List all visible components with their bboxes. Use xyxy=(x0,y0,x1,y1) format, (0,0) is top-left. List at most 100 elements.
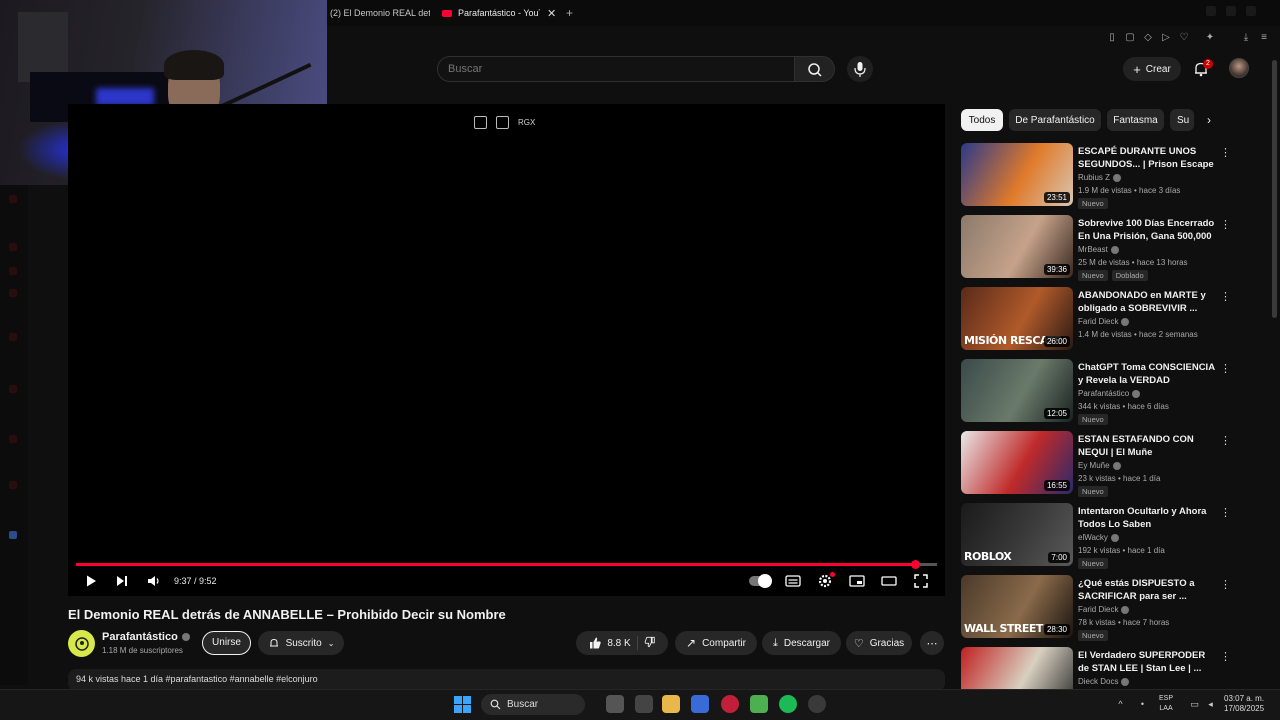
menu-icon[interactable]: ≡ xyxy=(1258,32,1270,44)
recommended-video-item[interactable]: WALL STREET 28:30 ¿Qué estás DISPUESTO a S… xyxy=(961,575,1261,641)
file-explorer-icon[interactable] xyxy=(662,695,680,713)
search-input[interactable] xyxy=(438,57,794,81)
channel-name[interactable]: MrBeast xyxy=(1078,245,1119,254)
extension-icon[interactable]: ◇ xyxy=(1142,32,1154,44)
maximize-icon[interactable] xyxy=(1226,6,1236,16)
open-external-icon[interactable] xyxy=(496,115,509,129)
network-icon[interactable]: ▭ xyxy=(1190,700,1199,709)
download-button[interactable]: ⤓ Descargar xyxy=(762,631,841,655)
tray-chevron-up-icon[interactable]: ^ xyxy=(1116,700,1125,709)
join-button[interactable]: Unirse xyxy=(202,631,251,655)
video-title[interactable]: ¿Qué estás DISPUESTO a SACRIFICAR para s… xyxy=(1078,577,1216,603)
channel-name[interactable]: Parafantástico xyxy=(102,631,190,643)
recommended-video-item[interactable]: 12:05 ChatGPT Toma CONSCIENCIA y Revela l… xyxy=(961,359,1261,425)
recommended-video-item[interactable]: 16:55 ESTAN ESTAFANDO CON NEQUI | El Muñe… xyxy=(961,431,1261,497)
thanks-button[interactable]: ♡ Gracias xyxy=(846,631,912,655)
channel-name[interactable]: elWacky xyxy=(1078,533,1119,542)
recommended-video-item[interactable]: 23:51 ESCAPÉ DURANTE UNOS SEGUNDOS... | P… xyxy=(961,143,1261,209)
taskbar-clock[interactable]: 03:07 a. m. 17/08/2025 xyxy=(1224,694,1264,714)
sidebar-icon[interactable] xyxy=(9,195,17,203)
settings-button[interactable] xyxy=(817,572,835,589)
more-actions-button[interactable]: ⋯ xyxy=(920,631,944,655)
chevron-right-icon[interactable]: › xyxy=(1207,113,1211,127)
video-title[interactable]: ABANDONADO en MARTE y obligado a SOBREVI… xyxy=(1078,289,1216,315)
chip-su[interactable]: Su xyxy=(1170,109,1194,131)
more-vertical-icon[interactable]: ⋮ xyxy=(1220,506,1231,520)
close-tab-icon[interactable]: ✕ xyxy=(547,4,557,22)
puzzle-icon[interactable]: ✦ xyxy=(1204,32,1216,44)
channel-name[interactable]: Farid Dieck xyxy=(1078,605,1130,614)
sidebar-icon[interactable] xyxy=(9,481,17,489)
volume-tray-icon[interactable]: ◂ xyxy=(1206,700,1215,709)
video-title[interactable]: Intentaron Ocultarlo y Ahora Todos Lo Sa… xyxy=(1078,505,1216,531)
opera-gx-icon[interactable] xyxy=(808,695,826,713)
channel-name[interactable]: Farid Dieck xyxy=(1078,317,1130,326)
download-icon[interactable]: ⤓ xyxy=(1240,32,1252,44)
new-tab-icon[interactable]: + xyxy=(566,4,576,22)
more-vertical-icon[interactable]: ⋮ xyxy=(1220,362,1231,376)
more-vertical-icon[interactable]: ⋮ xyxy=(1220,578,1231,592)
video-title[interactable]: ESCAPÉ DURANTE UNOS SEGUNDOS... | Prison… xyxy=(1078,145,1216,172)
chip-de-parafantastico[interactable]: De Parafantástico xyxy=(1009,109,1101,131)
sidebar-icon[interactable] xyxy=(9,243,17,251)
autoplay-toggle[interactable] xyxy=(749,574,772,588)
scrollbar[interactable] xyxy=(1272,60,1277,318)
voice-search-button[interactable] xyxy=(847,56,873,82)
store-app-icon[interactable] xyxy=(691,695,709,713)
volume-button[interactable] xyxy=(146,573,162,589)
next-button[interactable] xyxy=(114,573,130,589)
video-thumbnail[interactable]: 39:36 xyxy=(961,215,1073,278)
sidebar-icon[interactable] xyxy=(9,531,17,539)
play-extension-icon[interactable]: ▷ xyxy=(1160,32,1172,44)
channel-name[interactable]: Rubius Z xyxy=(1078,173,1122,182)
video-thumbnail[interactable]: WALL STREET 28:30 xyxy=(961,575,1073,638)
heart-icon[interactable]: ♡ xyxy=(1178,32,1190,44)
tray-microphone-icon[interactable]: • xyxy=(1138,700,1147,709)
sidebar-icon[interactable] xyxy=(9,289,17,297)
sidebar-icon[interactable] xyxy=(9,385,17,393)
video-title[interactable]: ChatGPT Toma CONSCIENCIA y Revela la VER… xyxy=(1078,361,1216,387)
create-button[interactable]: + Crear xyxy=(1123,57,1181,81)
more-vertical-icon[interactable]: ⋮ xyxy=(1220,218,1231,232)
sidebar-icon[interactable] xyxy=(9,333,17,341)
video-title[interactable]: Sobrevive 100 Días Encerrado En Una Pris… xyxy=(1078,217,1216,244)
video-thumbnail[interactable]: 16:55 xyxy=(961,431,1073,494)
video-thumbnail[interactable]: ROBLOX 7:00 xyxy=(961,503,1073,566)
video-title[interactable]: ESTAN ESTAFANDO CON NEQUI | El Muñe xyxy=(1078,433,1216,459)
sidebar-icon[interactable] xyxy=(9,267,17,275)
windows-start-icon[interactable] xyxy=(454,696,471,713)
minecraft-icon[interactable] xyxy=(750,695,768,713)
channel-name[interactable]: Dieck Docs xyxy=(1078,677,1130,686)
dislike-button[interactable] xyxy=(644,636,656,651)
search-button[interactable] xyxy=(795,56,835,82)
browser-tab-1[interactable]: (2) El Demonio REAL detr xyxy=(330,4,430,22)
copy-icon[interactable] xyxy=(474,115,487,129)
bookmark-icon[interactable]: ▯ xyxy=(1106,32,1118,44)
recommended-video-item[interactable]: ROBLOX 7:00 Intentaron Ocultarlo y Ahora T… xyxy=(961,503,1261,569)
channel-avatar[interactable] xyxy=(68,630,95,657)
input-language[interactable]: ESP LAA xyxy=(1159,694,1173,714)
channel-name[interactable]: Parafantástico xyxy=(1078,389,1141,398)
video-thumbnail[interactable]: MISIÓN RESCATE 26:00 xyxy=(961,287,1073,350)
miniplayer-button[interactable] xyxy=(849,573,865,589)
description-box[interactable]: 94 k vistas hace 1 día #parafantastico #… xyxy=(68,669,945,691)
minimize-icon[interactable] xyxy=(1206,6,1216,16)
subscribed-button[interactable]: Suscrito ⌄ xyxy=(258,631,344,655)
browser-tab-2[interactable]: Parafantástico - YouT xyxy=(442,4,540,22)
opera-browser-icon[interactable] xyxy=(721,695,739,713)
spotify-icon[interactable] xyxy=(779,695,797,713)
more-vertical-icon[interactable]: ⋮ xyxy=(1220,146,1231,160)
chip-fantasma[interactable]: Fantasma xyxy=(1107,109,1164,131)
fullscreen-button[interactable] xyxy=(913,573,929,589)
subtitles-button[interactable] xyxy=(785,573,801,589)
taskbar-search[interactable]: Buscar xyxy=(481,694,585,715)
screenshot-icon[interactable]: ▢ xyxy=(1124,32,1136,44)
video-thumbnail[interactable]: 23:51 xyxy=(961,143,1073,206)
theater-mode-button[interactable] xyxy=(881,573,897,589)
share-button[interactable]: ↗ Compartir xyxy=(675,631,757,655)
close-window-icon[interactable] xyxy=(1246,6,1256,16)
play-button[interactable] xyxy=(83,573,99,589)
more-vertical-icon[interactable]: ⋮ xyxy=(1220,650,1231,664)
account-avatar[interactable] xyxy=(1229,58,1249,78)
video-title[interactable]: El Verdadero SUPERPODER de STAN LEE | St… xyxy=(1078,649,1216,675)
